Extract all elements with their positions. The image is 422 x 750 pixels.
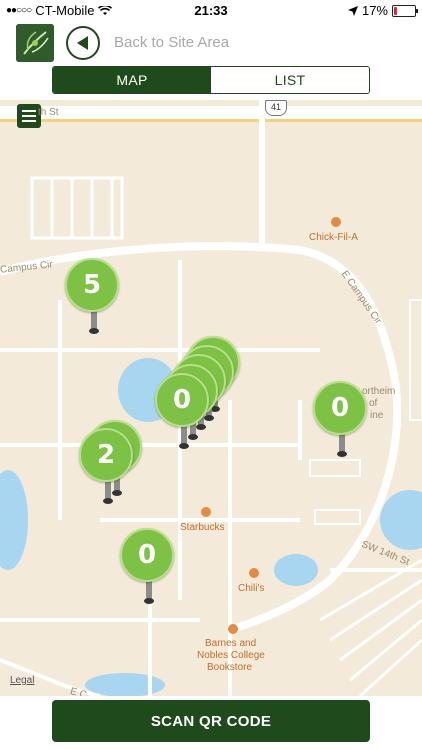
- poi-label: Nobles College: [197, 650, 265, 661]
- battery-icon: [392, 4, 418, 17]
- tab-list[interactable]: LIST: [211, 67, 369, 93]
- store-icon: [228, 624, 238, 634]
- battery-level: [394, 6, 397, 15]
- back-button[interactable]: [66, 26, 100, 60]
- cafe-icon: [201, 507, 211, 517]
- tab-map[interactable]: MAP: [53, 67, 211, 93]
- view-toggle: MAP LIST: [52, 66, 370, 94]
- back-arrow-icon: [77, 36, 88, 50]
- poi-label: Barnes and: [205, 638, 257, 649]
- pin-count: 5: [65, 258, 119, 312]
- poi-label: Bookstore: [207, 662, 253, 673]
- battery-percent: 17%: [361, 3, 388, 18]
- route-shield: 41: [265, 100, 287, 116]
- status-bar: ●●○○○ CT-Mobile 21:33 17%: [0, 0, 422, 22]
- app-logo: [16, 24, 54, 62]
- road-label: th St: [38, 107, 59, 118]
- site-pin[interactable]: 0: [313, 381, 373, 471]
- site-pin[interactable]: 2: [79, 428, 139, 518]
- poi-label: Chili's: [238, 583, 265, 594]
- scan-qr-button[interactable]: SCAN QR CODE: [52, 700, 370, 742]
- pin-count: 2: [79, 428, 133, 482]
- restaurant-icon: [331, 217, 341, 227]
- poi-label: Chick-Fil-A: [309, 232, 358, 243]
- poi-label: Starbucks: [180, 522, 225, 533]
- pin-count: 0: [155, 373, 209, 427]
- pin-count: 0: [313, 381, 367, 435]
- site-pin[interactable]: 0: [120, 528, 180, 618]
- back-label[interactable]: Back to Site Area: [114, 34, 229, 51]
- restaurant-icon: [249, 568, 259, 578]
- site-pin[interactable]: 0: [155, 373, 215, 463]
- location-arrow-icon: [347, 5, 358, 16]
- site-pin[interactable]: 5: [65, 258, 125, 348]
- map-view[interactable]: 41 th St Campus Cir E Campus Cir SW 14th…: [0, 100, 422, 696]
- pin-count: 0: [120, 528, 174, 582]
- legal-link[interactable]: Legal: [10, 675, 34, 686]
